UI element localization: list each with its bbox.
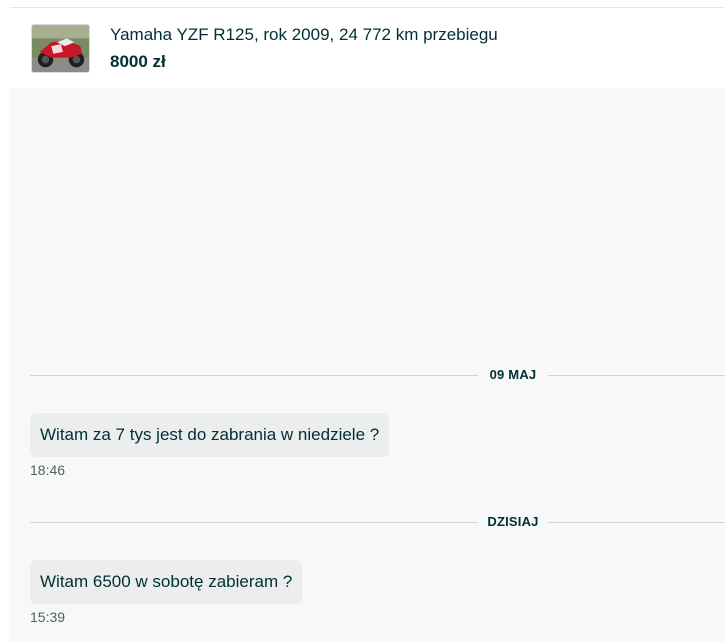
chat-page: Yamaha YZF R125, rok 2009, 24 772 km prz…	[0, 0, 725, 642]
date-separator: 09 MAJ	[30, 365, 725, 385]
chat-messages-area[interactable]: 09 MAJ Witam za 7 tys jest do zabrania w…	[10, 88, 725, 642]
date-separator: DZISIAJ	[30, 512, 725, 532]
ad-title[interactable]: Yamaha YZF R125, rok 2009, 24 772 km prz…	[110, 25, 498, 45]
separator-line	[30, 522, 478, 523]
ad-header[interactable]: Yamaha YZF R125, rok 2009, 24 772 km prz…	[10, 8, 725, 88]
separator-line	[548, 375, 725, 376]
motorcycle-photo-icon	[32, 25, 89, 72]
message-bubble[interactable]: Witam 6500 w sobotę zabieram ?	[30, 560, 303, 604]
message-time: 15:39	[30, 609, 66, 625]
date-label: 09 MAJ	[489, 367, 537, 382]
separator-line	[548, 522, 725, 523]
date-label: DZISIAJ	[487, 514, 539, 529]
ad-price: 8000 zł	[110, 52, 166, 71]
ad-thumbnail[interactable]	[31, 24, 90, 73]
message-time: 18:46	[30, 462, 66, 478]
left-gutter	[0, 0, 10, 642]
message-bubble[interactable]: Witam za 7 tys jest do zabrania w niedzi…	[30, 413, 390, 457]
separator-line	[30, 375, 478, 376]
